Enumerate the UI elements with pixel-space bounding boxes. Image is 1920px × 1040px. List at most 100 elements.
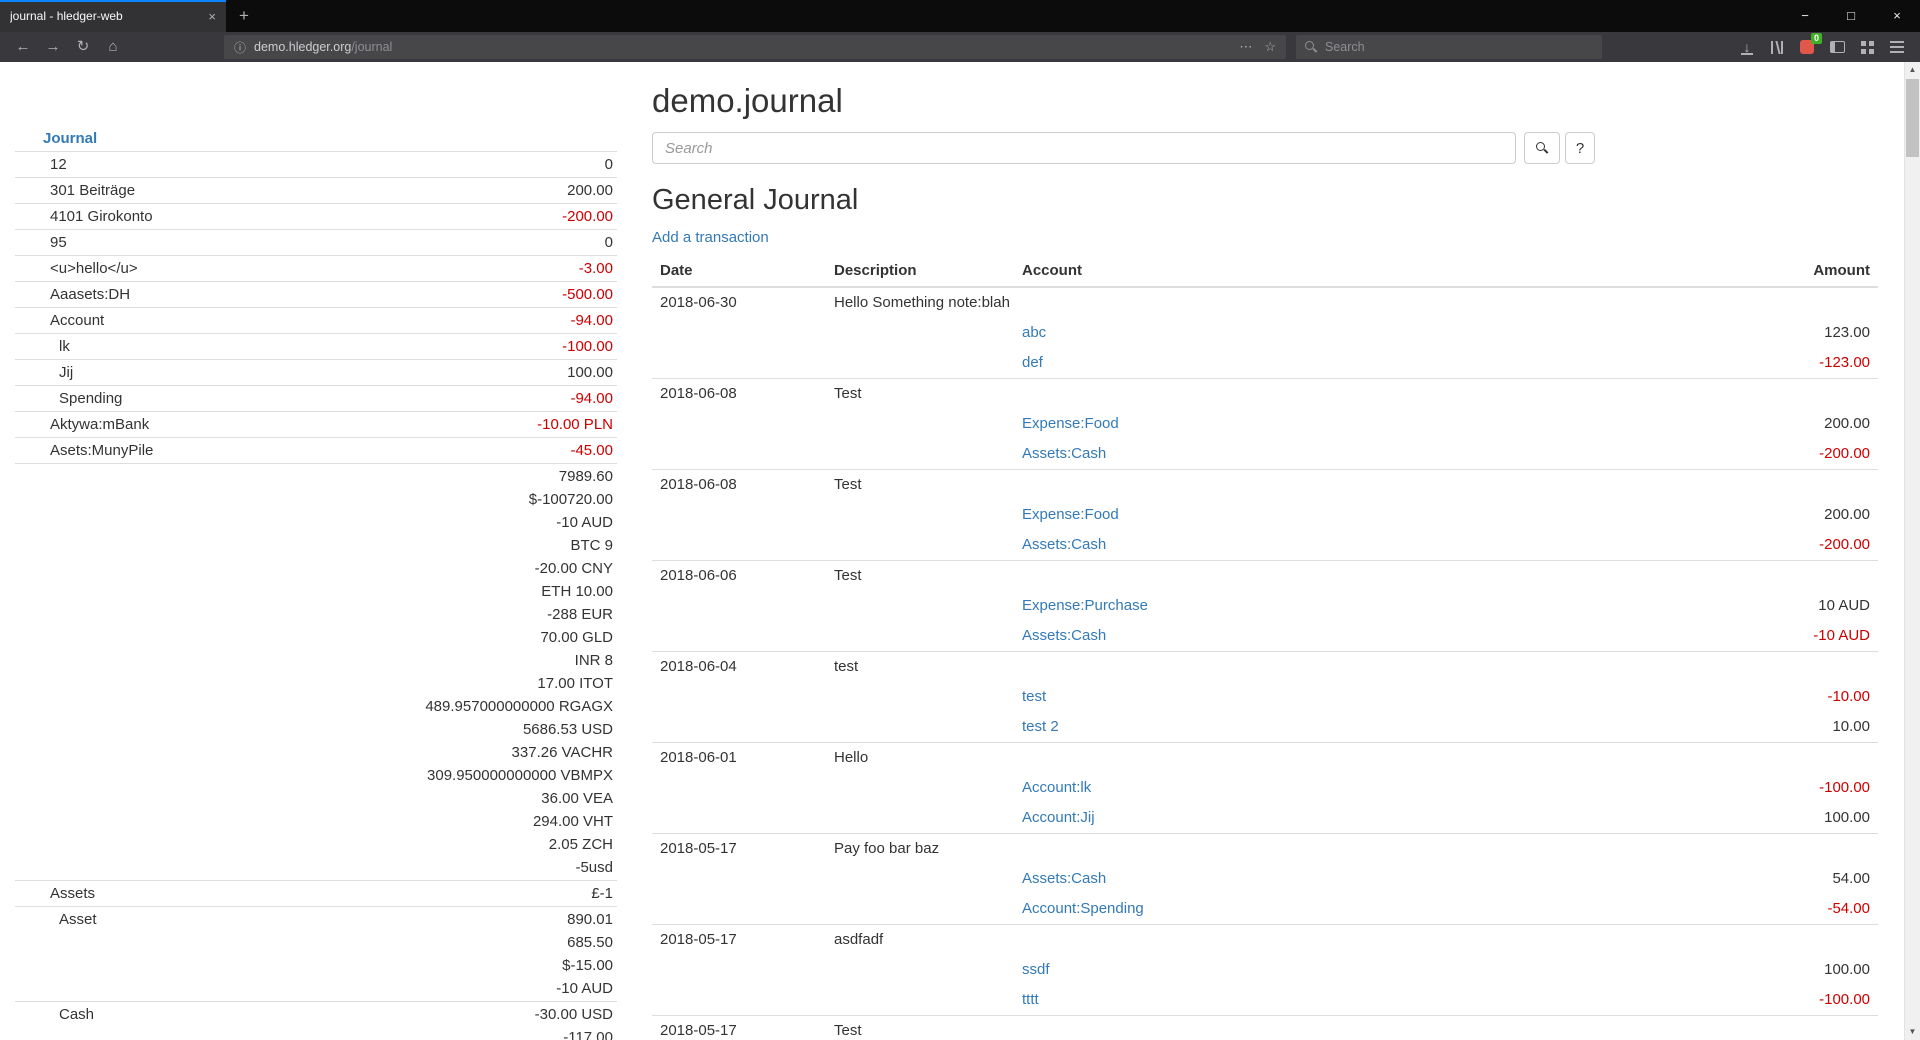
sidebar-account-row: Asset890.01685.50$-15.00-10 AUD [15, 907, 617, 1002]
journal-heading: General Journal [652, 184, 1878, 217]
posting-amount: -200.00 [1658, 439, 1878, 470]
window-minimize-button[interactable]: − [1782, 0, 1828, 32]
posting-amount: 100.00 [1658, 803, 1878, 834]
account-balance: 70.00 GLD [270, 626, 613, 649]
menu-icon[interactable] [1882, 32, 1912, 62]
library-icon[interactable] [1762, 32, 1792, 62]
account-balance: 100.00 [270, 361, 613, 384]
account-balance: 0 [270, 153, 613, 176]
transaction: 2018-06-08TestExpense:Food200.00Assets:C… [652, 470, 1878, 561]
sidebar-account-link[interactable]: Spending [59, 390, 122, 407]
account-balance: 309.950000000000 VBMPX [270, 764, 613, 787]
scroll-up-icon[interactable]: ▲ [1905, 62, 1920, 78]
sidebar-account-row: 4101 Girokonto-200.00 [15, 204, 617, 230]
sidebar-account-row: <u>hello</u> -3.00 [15, 256, 617, 282]
grid-icon[interactable] [1852, 32, 1882, 62]
sidebar-account-link[interactable]: Cash [59, 1006, 94, 1023]
scrollbar[interactable]: ▲ ▼ [1904, 62, 1920, 1040]
browser-tab[interactable]: journal - hledger-web × [0, 0, 226, 32]
account-balance: 294.00 VHT [270, 810, 613, 833]
posting-account-link[interactable]: Expense:Food [1022, 506, 1119, 523]
sidebar-account-row: 12 0 [15, 152, 617, 178]
back-icon[interactable]: ← [8, 32, 38, 62]
posting-account-link[interactable]: Expense:Food [1022, 415, 1119, 432]
posting-account-link[interactable]: Assets:Cash [1022, 536, 1106, 553]
scroll-down-icon[interactable]: ▼ [1905, 1024, 1920, 1040]
url-host: demo.hledger.org [254, 40, 351, 54]
sidebar-account-link[interactable]: 4101 Girokonto [50, 208, 153, 225]
posting-account-link[interactable]: def [1022, 354, 1043, 371]
url-bar[interactable]: ⓘ demo.hledger.org/journal ⋯ ☆ [224, 35, 1286, 59]
sidebar-toggle-icon[interactable] [1822, 32, 1852, 62]
account-balance: $-15.00 [270, 954, 613, 977]
posting-account-link[interactable]: test 2 [1022, 718, 1059, 735]
sidebar-account-link[interactable]: Account [50, 312, 104, 329]
sidebar-journal-link[interactable]: Journal [43, 130, 97, 147]
library-glyph [1771, 41, 1783, 54]
sidebar-account-link[interactable]: Aaasets:DH [50, 286, 130, 303]
window-maximize-button[interactable]: □ [1828, 0, 1874, 32]
account-balance: BTC 9 [270, 534, 613, 557]
extension-badge: 0 [1811, 33, 1822, 44]
posting-account-link[interactable]: Account:Jij [1022, 809, 1095, 826]
account-balance: 890.01 [270, 908, 613, 931]
posting-amount: -100.00 [1658, 985, 1878, 1016]
account-balance: -20.00 CNY [270, 557, 613, 580]
sidebar-account-link[interactable]: 95 [50, 234, 67, 251]
browser-search-field[interactable]: Search [1296, 35, 1602, 59]
page-actions-icon[interactable]: ⋯ [1239, 39, 1252, 55]
sidebar-account-link[interactable]: Asset [59, 911, 97, 928]
tab-close-icon[interactable]: × [208, 9, 216, 24]
extension-icon[interactable]: 0 [1792, 32, 1822, 62]
sidebar-account-link[interactable]: lk [59, 338, 70, 355]
sidebar-account-link[interactable]: 301 Beiträge [50, 182, 135, 199]
posting-amount: 54.00 [1658, 864, 1878, 894]
sidebar-account-link[interactable]: Assets [50, 885, 95, 902]
posting-account-link[interactable]: test [1022, 688, 1046, 705]
window-close-button[interactable]: × [1874, 0, 1920, 32]
account-balance: -3.00 [270, 257, 613, 280]
transaction-date: 2018-06-08 [652, 470, 826, 501]
posting-account-link[interactable]: Expense:Purchase [1022, 597, 1148, 614]
navigation-toolbar: ← → ↻ ⌂ ⓘ demo.hledger.org/journal ⋯ ☆ S… [0, 32, 1920, 62]
account-balance: -30.00 USD [270, 1003, 613, 1026]
reload-icon[interactable]: ↻ [68, 32, 98, 62]
posting-account-link[interactable]: ssdf [1022, 961, 1050, 978]
home-icon[interactable]: ⌂ [98, 32, 128, 62]
transaction-description: Test [826, 1016, 1878, 1040]
downloads-icon[interactable]: ↓ [1732, 32, 1762, 62]
account-balance: -94.00 [270, 309, 613, 332]
sidebar-account-link[interactable]: Jij [59, 364, 73, 381]
scrollbar-thumb[interactable] [1906, 79, 1919, 157]
transaction: 2018-06-01HelloAccount:lk-100.00Account:… [652, 743, 1878, 834]
journal-search-button[interactable] [1524, 132, 1560, 164]
sidebar-account-link[interactable]: Asets:MunyPile [50, 442, 153, 459]
posting-account-link[interactable]: tttt [1022, 991, 1039, 1008]
posting-account-link[interactable]: Assets:Cash [1022, 870, 1106, 887]
transaction-date: 2018-05-17 [652, 925, 826, 956]
sidebar-account-link[interactable]: <u>hello</u> [50, 260, 138, 277]
account-balance: 200.00 [270, 179, 613, 202]
window-controls: − □ × [1782, 0, 1920, 32]
posting-account-link[interactable]: abc [1022, 324, 1046, 341]
posting-account-link[interactable]: Account:Spending [1022, 900, 1144, 917]
account-balance: 5686.53 USD [270, 718, 613, 741]
posting-amount: -200.00 [1658, 530, 1878, 561]
sidebar-account-link[interactable]: Aktywa:mBank [50, 416, 149, 433]
bookmark-star-icon[interactable]: ☆ [1264, 39, 1276, 55]
forward-icon[interactable]: → [38, 32, 68, 62]
transaction-description: Test [826, 470, 1878, 501]
help-button[interactable]: ? [1565, 132, 1595, 164]
posting-account-link[interactable]: Assets:Cash [1022, 445, 1106, 462]
sidebar-account-link[interactable]: 12 [50, 156, 67, 173]
new-tab-button[interactable]: + [226, 0, 262, 32]
posting-amount: 200.00 [1658, 409, 1878, 439]
account-balance: -10 AUD [270, 977, 613, 1000]
journal-search-input[interactable] [652, 132, 1516, 164]
add-transaction-link[interactable]: Add a transaction [652, 229, 769, 246]
posting-account-link[interactable]: Assets:Cash [1022, 627, 1106, 644]
sidebar-account-row: Account -94.00 [15, 308, 617, 334]
site-info-icon[interactable]: ⓘ [234, 39, 246, 56]
posting-account-link[interactable]: Account:lk [1022, 779, 1091, 796]
sidebar-account-row: Jij 100.00 [15, 360, 617, 386]
